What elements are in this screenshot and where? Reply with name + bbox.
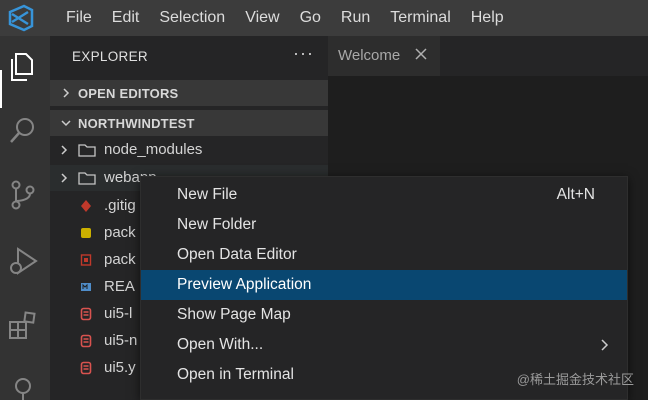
menu-item-new-folder[interactable]: New Folder [141, 210, 627, 240]
tree-item-label: ui5-l [104, 305, 133, 322]
markdown-icon [81, 283, 91, 291]
git-icon [81, 200, 91, 212]
tab-welcome[interactable]: Welcome [328, 36, 440, 76]
remote-explorer-icon[interactable] [6, 372, 40, 400]
active-indicator [0, 70, 2, 108]
yaml-icon [80, 334, 92, 348]
tab-label: Welcome [338, 47, 401, 64]
section-label: OPEN EDITORS [78, 86, 179, 101]
yaml-icon [80, 307, 92, 321]
chevron-down-icon [61, 120, 71, 127]
source-control-icon[interactable] [6, 178, 40, 212]
folder-icon [78, 144, 96, 157]
menu-item-label: Preview Application [177, 276, 312, 293]
extensions-icon[interactable] [6, 308, 40, 342]
section-label: NORTHWINDTEST [78, 116, 195, 131]
tree-item-label: pack [104, 224, 136, 241]
menu-item-label: Show Page Map [177, 306, 291, 323]
menu-item-label: New Folder [177, 216, 257, 233]
menu-item-label: Open in Terminal [177, 366, 294, 383]
tree-item-label: ui5-n [104, 332, 138, 349]
menu-run[interactable]: Run [331, 0, 380, 36]
menu-item-show-page-map[interactable]: Show Page Map [141, 300, 627, 330]
menu-terminal[interactable]: Terminal [380, 0, 460, 36]
menu-go[interactable]: Go [290, 0, 331, 36]
more-actions-icon[interactable]: ··· [293, 43, 314, 64]
tree-item-label: node_modules [104, 141, 203, 158]
menu-item-open-data-editor[interactable]: Open Data Editor [141, 240, 627, 270]
menu-bar: File Edit Selection View Go Run Terminal… [56, 0, 514, 36]
chevron-right-icon [61, 173, 68, 183]
menu-item-label: New File [177, 186, 238, 203]
tree-folder-node-modules[interactable]: node_modules [50, 137, 328, 163]
menu-help[interactable]: Help [461, 0, 514, 36]
close-icon[interactable] [414, 47, 428, 61]
run-debug-icon[interactable] [6, 244, 40, 278]
title-bar: File Edit Selection View Go Run Terminal… [0, 0, 648, 36]
watermark-text: @稀土掘金技术社区 [516, 372, 634, 387]
activity-bar [0, 36, 50, 400]
shortcut-label: Alt+N [556, 186, 595, 203]
menu-file[interactable]: File [56, 0, 102, 36]
menu-item-label: Open With... [177, 336, 264, 353]
yaml-icon [80, 361, 92, 375]
menu-item-open-with[interactable]: Open With... [141, 330, 627, 360]
tree-item-label: pack [104, 251, 136, 268]
search-icon[interactable] [6, 114, 40, 148]
json-icon [81, 228, 91, 238]
chevron-right-icon [601, 339, 609, 351]
vscode-logo-icon [8, 4, 34, 32]
menu-edit[interactable]: Edit [102, 0, 150, 36]
menu-view[interactable]: View [235, 0, 289, 36]
section-workspace[interactable]: NORTHWINDTEST [50, 110, 328, 136]
sidebar-title: EXPLORER [72, 49, 148, 64]
chevron-right-icon [61, 145, 68, 155]
chevron-right-icon [63, 88, 70, 98]
tree-item-label: .gitig [104, 197, 136, 214]
menu-selection[interactable]: Selection [149, 0, 235, 36]
explorer-icon[interactable] [6, 50, 40, 84]
menu-item-new-file[interactable]: New File Alt+N [141, 180, 627, 210]
editor-tab-bar: Welcome [328, 36, 648, 76]
npm-icon [80, 254, 92, 266]
tree-item-label: REA [104, 278, 135, 295]
tree-item-label: ui5.y [104, 359, 136, 376]
section-open-editors[interactable]: OPEN EDITORS [50, 80, 328, 106]
sidebar-header: EXPLORER ··· [50, 36, 328, 78]
folder-icon [78, 172, 96, 185]
context-menu: New File Alt+N New Folder Open Data Edit… [140, 176, 628, 400]
menu-item-preview-application[interactable]: Preview Application [141, 270, 627, 300]
menu-item-label: Open Data Editor [177, 246, 297, 263]
